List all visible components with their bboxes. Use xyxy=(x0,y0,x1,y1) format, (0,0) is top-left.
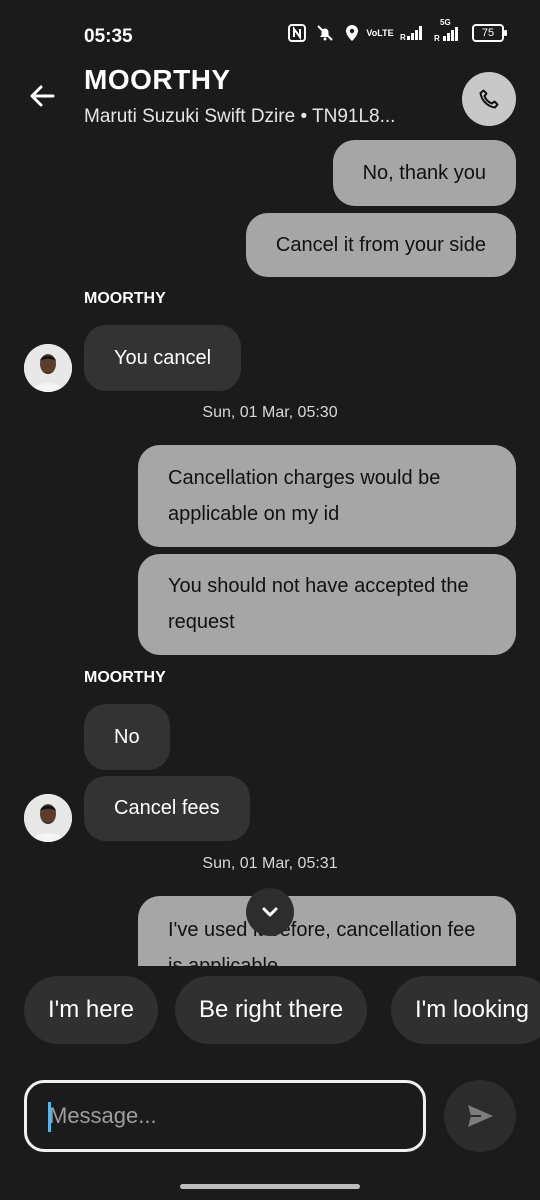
quick-reply-chip[interactable]: Be right there xyxy=(175,976,368,1044)
location-icon xyxy=(344,24,360,42)
message-outgoing: You should not have accepted the request xyxy=(138,554,516,655)
status-icons: VoLTE R R 5G 75 xyxy=(288,18,507,42)
bell-muted-icon xyxy=(316,24,334,42)
contact-name: MOORTHY xyxy=(84,64,231,95)
text-caret xyxy=(48,1102,51,1132)
home-indicator xyxy=(180,1184,360,1189)
send-button[interactable] xyxy=(444,1080,516,1152)
message-incoming: You cancel xyxy=(84,325,242,391)
quick-reply-chip[interactable]: I'm here xyxy=(24,976,158,1044)
timestamp: Sun, 01 Mar, 05:31 xyxy=(202,855,338,872)
message-input[interactable] xyxy=(24,1080,426,1152)
avatar xyxy=(24,794,72,842)
send-icon xyxy=(468,1105,493,1127)
message-outgoing: I've used it before, cancellation fee is… xyxy=(138,896,516,966)
battery-icon: 75 xyxy=(472,24,507,42)
message-incoming: No xyxy=(84,704,170,770)
status-time: 05:35 xyxy=(84,26,133,47)
quick-reply-chip[interactable]: I'm looking xyxy=(391,976,540,1044)
message-list[interactable]: No, thank you Cancel it from your side M… xyxy=(0,136,540,966)
volte-icon: VoLTE xyxy=(366,27,394,38)
sender-name: MOORTHY xyxy=(84,290,166,307)
5g-label: 5G xyxy=(440,18,451,27)
arrow-left-icon xyxy=(30,85,55,107)
status-bar: 05:35 VoLTE R R 5G 75 xyxy=(0,0,540,60)
message-outgoing: No, thank you xyxy=(332,140,516,206)
svg-text:R: R xyxy=(400,33,406,41)
back-button[interactable] xyxy=(22,76,62,116)
message-outgoing: Cancellation charges would be applicable… xyxy=(138,445,516,547)
nfc-icon xyxy=(288,24,306,42)
scroll-down-button[interactable] xyxy=(246,888,294,936)
chevron-down-icon xyxy=(262,907,278,917)
message-outgoing: Cancel it from your side xyxy=(245,213,516,277)
phone-icon xyxy=(479,89,499,109)
vehicle-info: Maruti Suzuki Swift Dzire • TN91L8... xyxy=(84,106,396,127)
message-incoming: Cancel fees xyxy=(84,776,250,841)
call-button[interactable] xyxy=(462,72,516,126)
avatar xyxy=(24,344,72,392)
svg-text:R: R xyxy=(434,34,440,42)
sender-name: MOORTHY xyxy=(84,669,166,686)
timestamp: Sun, 01 Mar, 05:30 xyxy=(202,404,338,421)
signal-icon: R xyxy=(400,25,424,41)
chat-header: MOORTHY Maruti Suzuki Swift Dzire • TN91… xyxy=(0,60,540,136)
quick-replies[interactable]: I'm here Be right there I'm looking xyxy=(0,974,540,1046)
5g-signal-icon: R 5G xyxy=(434,18,462,42)
message-composer xyxy=(0,1066,540,1166)
